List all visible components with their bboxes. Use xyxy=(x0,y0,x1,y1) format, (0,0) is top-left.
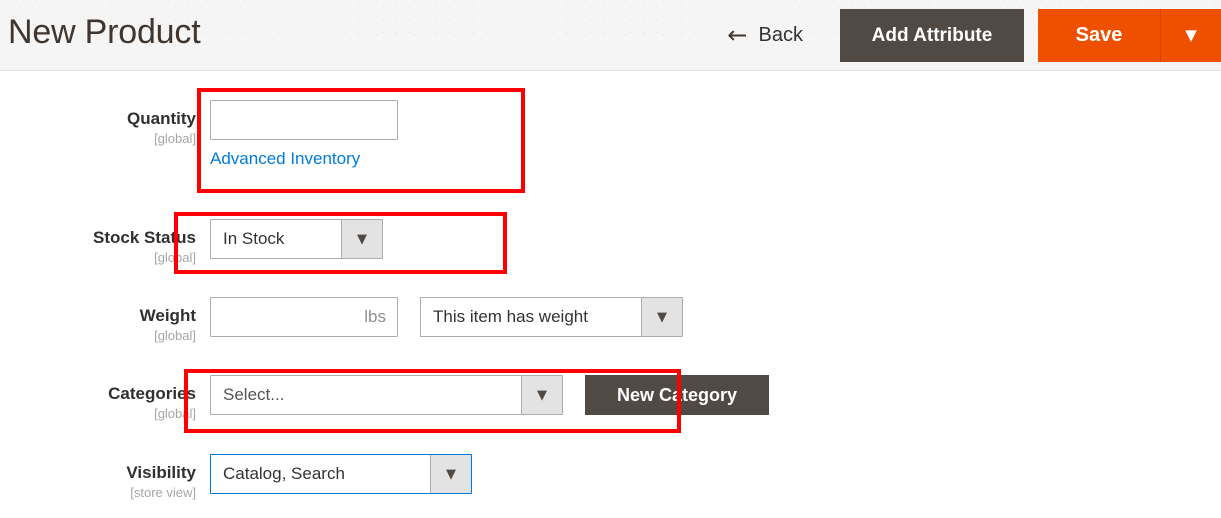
stock-status-caret[interactable]: ▼ xyxy=(341,220,382,258)
save-split-button: Save ▼ xyxy=(1038,9,1221,62)
chevron-down-icon: ▼ xyxy=(357,231,367,247)
quantity-label-group: Quantity [global] xyxy=(60,100,210,148)
chevron-down-icon: ▼ xyxy=(657,309,667,325)
back-button[interactable]: ← Back xyxy=(723,19,819,53)
stock-status-label: Stock Status xyxy=(93,228,196,247)
weight-input-wrapper: lbs xyxy=(210,297,398,337)
page-title: New Product xyxy=(8,13,201,51)
field-row-weight: Weight [global] lbs This item has weight… xyxy=(60,297,683,345)
visibility-scope: [store view] xyxy=(130,484,196,500)
advanced-inventory-link[interactable]: Advanced Inventory xyxy=(210,149,360,169)
stock-status-label-group: Stock Status [global] xyxy=(60,219,210,267)
stock-status-select[interactable]: In Stock ▼ xyxy=(210,219,383,259)
categories-value: Select... xyxy=(223,385,285,404)
stock-status-value: In Stock xyxy=(223,229,285,248)
visibility-select[interactable]: Catalog, Search ▼ xyxy=(210,454,472,494)
quantity-control-group: Advanced Inventory xyxy=(210,100,398,169)
header-actions: ← Back Add Attribute Save ▼ xyxy=(723,0,1221,71)
field-row-quantity: Quantity [global] Advanced Inventory xyxy=(60,100,398,169)
categories-label-group: Categories [global] xyxy=(60,375,210,423)
visibility-value: Catalog, Search xyxy=(223,464,345,483)
field-row-visibility: Visibility [store view] Catalog, Search … xyxy=(60,454,472,502)
quantity-label: Quantity xyxy=(127,109,196,128)
weight-label: Weight xyxy=(139,306,196,325)
categories-control-group: Select... ▼ New Category xyxy=(210,375,769,415)
arrow-left-icon: ← xyxy=(727,20,748,49)
save-dropdown-toggle[interactable]: ▼ xyxy=(1161,9,1221,62)
chevron-down-icon: ▼ xyxy=(446,466,456,482)
product-form: Quantity [global] Advanced Inventory Sto… xyxy=(0,71,1221,518)
weight-type-caret[interactable]: ▼ xyxy=(641,298,682,336)
weight-control-group: lbs This item has weight ▼ xyxy=(210,297,683,337)
categories-select[interactable]: Select... ▼ xyxy=(210,375,563,415)
weight-type-value: This item has weight xyxy=(433,307,588,326)
new-category-button[interactable]: New Category xyxy=(585,375,769,415)
stock-status-control-group: In Stock ▼ xyxy=(210,219,383,259)
weight-type-select[interactable]: This item has weight ▼ xyxy=(420,297,683,337)
back-button-label: Back xyxy=(758,24,803,46)
visibility-label-group: Visibility [store view] xyxy=(60,454,210,502)
stock-status-scope: [global] xyxy=(154,249,196,265)
page-header: New Product ← Back Add Attribute Save ▼ xyxy=(0,0,1221,71)
quantity-input[interactable] xyxy=(210,100,398,140)
chevron-down-icon: ▼ xyxy=(537,387,547,403)
chevron-down-icon: ▼ xyxy=(1185,26,1197,44)
visibility-control-group: Catalog, Search ▼ xyxy=(210,454,472,494)
categories-caret[interactable]: ▼ xyxy=(521,376,562,414)
add-attribute-button[interactable]: Add Attribute xyxy=(840,9,1024,62)
field-row-stock-status: Stock Status [global] In Stock ▼ xyxy=(60,219,383,267)
categories-scope: [global] xyxy=(154,405,196,421)
weight-label-group: Weight [global] xyxy=(60,297,210,345)
visibility-caret[interactable]: ▼ xyxy=(430,455,471,493)
field-row-categories: Categories [global] Select... ▼ New Cate… xyxy=(60,375,769,423)
visibility-label: Visibility xyxy=(126,463,196,482)
categories-label: Categories xyxy=(108,384,196,403)
weight-input[interactable] xyxy=(210,297,398,337)
weight-scope: [global] xyxy=(154,327,196,343)
quantity-scope: [global] xyxy=(154,130,196,146)
save-button[interactable]: Save xyxy=(1038,9,1161,62)
